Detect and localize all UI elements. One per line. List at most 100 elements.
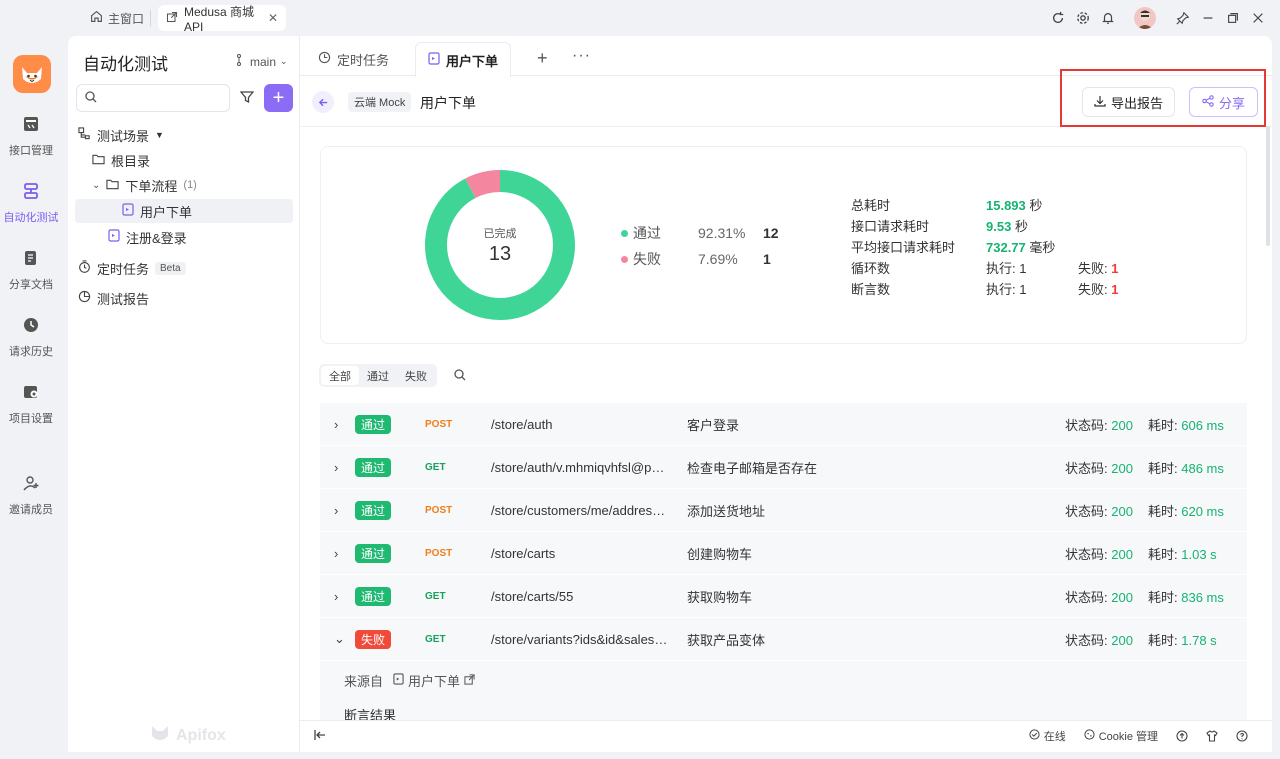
nav-item-automation[interactable]: 自动化测试 <box>0 182 62 225</box>
result-row[interactable]: › 通过 POST/store/customers/me/addresses 添加送货… <box>320 489 1247 532</box>
scrollbar[interactable] <box>1266 126 1270 246</box>
chevron-right-icon[interactable]: › <box>334 460 338 475</box>
pin-icon[interactable] <box>1170 6 1195 30</box>
help-icon[interactable] <box>1236 730 1248 742</box>
status-code: 状态码: 200 <box>1065 544 1133 563</box>
search-input[interactable] <box>103 91 223 105</box>
chevron-right-icon[interactable]: › <box>334 589 338 604</box>
legend-fail: 失败 7.69% 1 <box>621 249 771 269</box>
chevron-right-icon[interactable]: › <box>334 417 338 432</box>
status-items: 在线 Cookie 管理 <box>1029 728 1248 744</box>
cookie-label: Cookie 管理 <box>1098 731 1158 743</box>
export-report-button[interactable]: 导出报告 <box>1082 87 1175 117</box>
tab-home-label: 主窗口 <box>108 11 145 26</box>
summary-card: 已完成 13 通过 92.31% 12 失败 7.69% 1 总耗时 15.89… <box>320 146 1247 344</box>
folder-open-icon <box>106 178 120 193</box>
avatar[interactable] <box>1134 7 1156 29</box>
tab-scheduled[interactable]: 定时任务 <box>306 42 401 76</box>
tab-project[interactable]: Medusa 商城 API ✕ <box>158 5 286 34</box>
scenario-icon <box>108 229 120 245</box>
status-code-value: 200 <box>1111 460 1133 476</box>
tree-item[interactable]: 注册&登录 <box>108 225 187 249</box>
automation-icon <box>22 182 40 203</box>
nav-item-project-settings[interactable]: 项目设置 <box>0 383 62 426</box>
result-row[interactable]: › 通过 POST/store/auth 客户登录 状态码: 200 耗时: 606 ms <box>320 403 1247 446</box>
scenario-icon <box>393 673 404 688</box>
result-row[interactable]: › 通过 POST/store/carts 创建购物车 状态码: 200 耗时: 1.03… <box>320 532 1247 575</box>
nav-item-invite[interactable]: 邀请成员 <box>0 474 62 517</box>
http-method: POST <box>425 504 453 516</box>
chevron-right-icon[interactable]: › <box>334 546 338 561</box>
search-box[interactable] <box>76 84 230 112</box>
tab-home[interactable]: 主窗口 <box>82 6 152 30</box>
window-close-icon[interactable] <box>1245 6 1270 30</box>
branch-selector[interactable]: main ⌄ <box>236 54 288 69</box>
app-logo[interactable] <box>13 55 51 93</box>
filter-fail[interactable]: 失败 <box>397 366 435 385</box>
add-tab-button[interactable]: + <box>537 48 548 69</box>
gear-icon[interactable] <box>1070 6 1095 30</box>
upload-icon[interactable] <box>1176 730 1188 742</box>
status-code: 状态码: 200 <box>1065 630 1133 649</box>
tree-folder-label: 下单流程 <box>125 178 178 194</box>
duration: 耗时: 836 ms <box>1148 587 1224 606</box>
page-header: 云端 Mock 用户下单 导出报告 分享 <box>300 69 1272 127</box>
share-button[interactable]: 分享 <box>1189 87 1258 117</box>
stat-total-time-value: 15.893 <box>986 198 1026 213</box>
bell-icon[interactable] <box>1095 6 1120 30</box>
duration: 耗时: 486 ms <box>1148 458 1224 477</box>
maximize-icon[interactable] <box>1220 6 1245 30</box>
tree-reports[interactable]: 测试报告 <box>78 286 149 310</box>
result-search-icon[interactable] <box>454 369 466 384</box>
refresh-icon[interactable] <box>1045 6 1070 30</box>
external-link-icon <box>166 11 178 26</box>
page-title: 用户下单 <box>420 95 476 111</box>
filter-all[interactable]: 全部 <box>321 366 359 385</box>
result-row[interactable]: › 通过 GET/store/auth/v.mhmiqvhfsl@pbl... 检查电… <box>320 446 1247 489</box>
duration-label: 耗时: <box>1148 460 1178 476</box>
stat-asserts-fail: 失败: 1 <box>1078 279 1118 297</box>
report-icon <box>78 290 91 306</box>
tab-order[interactable]: 用户下单 <box>415 42 512 77</box>
total-count: 13 <box>488 242 512 265</box>
source-link[interactable]: 用户下单 <box>393 671 475 690</box>
back-button[interactable] <box>312 91 334 113</box>
add-button[interactable]: + <box>264 84 293 112</box>
tree-scheduled[interactable]: 定时任务 Beta <box>78 256 186 280</box>
chevron-right-icon[interactable]: › <box>334 503 338 518</box>
shirt-icon[interactable] <box>1206 730 1218 742</box>
cookie-manager[interactable]: Cookie 管理 <box>1084 728 1158 744</box>
online-status[interactable]: 在线 <box>1029 728 1066 744</box>
tree-scheduled-label: 定时任务 <box>97 261 150 277</box>
request-description: 获取产品变体 <box>687 632 766 648</box>
tree-scenes[interactable]: 测试场景 ▼ <box>78 123 164 147</box>
legend-fail-label: 失败 <box>633 251 661 267</box>
apifox-logo-icon <box>150 724 170 747</box>
tree-folder[interactable]: ⌄ 下单流程 (1) <box>92 173 197 197</box>
tree-scenes-label: 测试场景 <box>97 128 150 144</box>
result-row[interactable]: › 通过 GET/store/carts/55 获取购物车 状态码: 200 耗时: 83… <box>320 575 1247 618</box>
env-badge[interactable]: 云端 Mock <box>348 92 412 112</box>
tree-root[interactable]: 根目录 <box>92 148 150 172</box>
nav-item-share-docs[interactable]: 分享文档 <box>0 249 62 292</box>
more-icon[interactable]: ··· <box>572 47 591 65</box>
request-path: /store/customers/me/addresses <box>491 502 671 518</box>
filter-button[interactable] <box>234 85 260 111</box>
legend-fail-pct: 7.69% <box>698 251 738 267</box>
close-icon[interactable]: ✕ <box>268 11 278 25</box>
bottom-bar: 在线 Cookie 管理 <box>300 720 1272 752</box>
stat-avg-time: 732.77 毫秒 <box>986 237 1055 255</box>
nav-item-api[interactable]: 接口管理 <box>0 115 62 158</box>
api-icon <box>22 115 40 136</box>
http-method: GET <box>425 633 446 645</box>
chevron-down-icon[interactable]: ⌄ <box>334 631 345 647</box>
filter-pass[interactable]: 通过 <box>359 366 397 385</box>
tree-item-active[interactable]: 用户下单 <box>75 199 293 223</box>
result-row[interactable]: ⌄ 失败 GET/store/variants?ids&id&sales_c... 获… <box>320 618 1247 661</box>
minimize-icon[interactable] <box>1195 6 1220 30</box>
duration: 耗时: 1.03 s <box>1148 544 1217 563</box>
nav-item-history[interactable]: 请求历史 <box>0 316 62 359</box>
collapse-sidebar-icon[interactable] <box>314 729 326 744</box>
stat-fail-label: 失败: <box>1078 261 1108 276</box>
tree-item-label: 注册&登录 <box>126 230 187 246</box>
